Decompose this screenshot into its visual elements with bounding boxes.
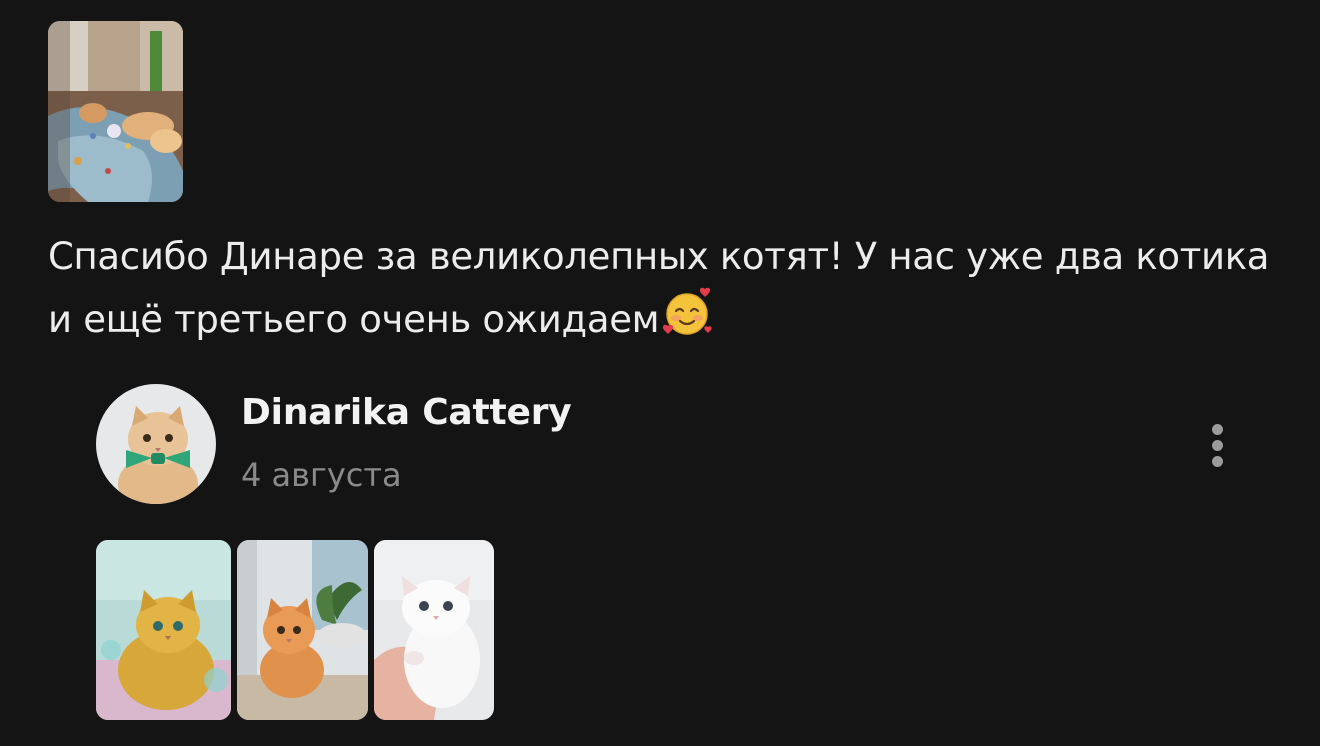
smiling-face-with-hearts-icon [661,286,713,355]
white-kitten-in-hand-photo [374,540,494,720]
kittens-on-blanket-photo [48,21,183,202]
kitten-with-bowtie-avatar [96,384,216,504]
golden-fluffy-kitten-photo [96,540,231,720]
ginger-kitten-near-plant-photo [237,540,368,720]
review-photo[interactable] [48,21,183,202]
post-thumbnail-2[interactable] [237,540,368,720]
vertical-ellipsis-icon [1212,424,1223,435]
vertical-ellipsis-icon-dot [1212,440,1223,451]
review-text: Спасибо Динаре за великолепных котят! У … [48,228,1278,355]
post-thumbnail-3[interactable] [374,540,494,720]
more-options-button[interactable] [1198,420,1238,470]
post-date: 4 августа [241,456,402,494]
post-thumbnail-1[interactable] [96,540,231,720]
review-text-content: Спасибо Динаре за великолепных котят! У … [48,235,1270,341]
avatar[interactable] [96,384,216,504]
vertical-ellipsis-icon-dot [1212,456,1223,467]
author-name[interactable]: Dinarika Cattery [241,392,572,433]
